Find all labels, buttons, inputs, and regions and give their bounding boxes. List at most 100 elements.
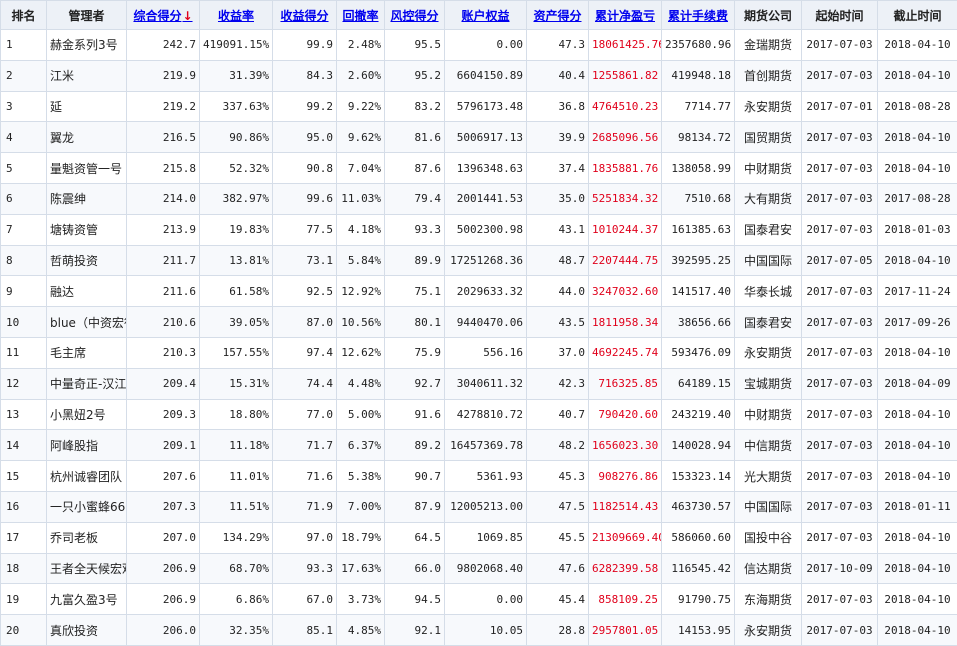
fees-cell: 14153.95 <box>662 615 735 646</box>
risk-score-cell: 91.6 <box>385 399 445 430</box>
return-rate-cell: 134.29% <box>200 522 273 553</box>
risk-score-cell: 92.1 <box>385 615 445 646</box>
end-date-cell: 2018-04-10 <box>878 122 957 153</box>
col-equity-header[interactable]: 账户权益 <box>445 1 527 30</box>
manager-cell: 塘铸资管 <box>47 214 127 245</box>
asset-score-cell: 45.3 <box>527 461 589 492</box>
table-row: 13小黑妞2号209.318.80%77.05.00%91.64278810.7… <box>1 399 957 430</box>
net-profit-cell: 1811958.34 <box>589 307 662 338</box>
risk-score-cell: 89.9 <box>385 245 445 276</box>
asset-score-cell: 37.0 <box>527 337 589 368</box>
equity-cell: 1396348.63 <box>445 153 527 184</box>
return-rate-cell: 337.63% <box>200 91 273 122</box>
col-score-header[interactable]: 综合得分↓ <box>127 1 200 30</box>
asset-score-cell: 47.5 <box>527 491 589 522</box>
drawdown-cell: 7.00% <box>337 491 385 522</box>
score-cell: 219.2 <box>127 91 200 122</box>
company-cell: 中国国际 <box>735 491 802 522</box>
score-cell: 211.6 <box>127 276 200 307</box>
return-rate-cell: 68.70% <box>200 553 273 584</box>
manager-cell: 小黑妞2号 <box>47 399 127 430</box>
return-rate-cell: 13.81% <box>200 245 273 276</box>
end-date-cell: 2018-04-10 <box>878 337 957 368</box>
net-profit-cell: 4764510.23 <box>589 91 662 122</box>
return-score-cell: 87.0 <box>273 307 337 338</box>
risk-score-cell: 87.6 <box>385 153 445 184</box>
col-return-rate-header[interactable]: 收益率 <box>200 1 273 30</box>
rank-cell: 20 <box>1 615 47 646</box>
end-date-cell: 2018-04-10 <box>878 430 957 461</box>
net-profit-cell: 908276.86 <box>589 461 662 492</box>
fees-cell: 98134.72 <box>662 122 735 153</box>
return-score-cell: 97.0 <box>273 522 337 553</box>
col-fees-header[interactable]: 累计手续费 <box>662 1 735 30</box>
end-date-cell: 2018-04-10 <box>878 553 957 584</box>
fees-cell: 161385.63 <box>662 214 735 245</box>
fees-cell: 38656.66 <box>662 307 735 338</box>
fees-cell: 593476.09 <box>662 337 735 368</box>
company-cell: 大有期货 <box>735 183 802 214</box>
manager-cell: 赫金系列3号 <box>47 30 127 61</box>
drawdown-cell: 3.73% <box>337 584 385 615</box>
fees-cell: 7714.77 <box>662 91 735 122</box>
table-row: 11毛主席210.3157.55%97.412.62%75.9556.1637.… <box>1 337 957 368</box>
return-rate-cell: 18.80% <box>200 399 273 430</box>
table-row: 18王者全天候宏观206.968.70%93.317.63%66.0980206… <box>1 553 957 584</box>
end-date-cell: 2018-04-10 <box>878 245 957 276</box>
manager-cell: 真欣投资 <box>47 615 127 646</box>
return-score-cell: 97.4 <box>273 337 337 368</box>
net-profit-cell: 1656023.30 <box>589 430 662 461</box>
manager-cell: 陈震绅 <box>47 183 127 214</box>
fees-cell: 91790.75 <box>662 584 735 615</box>
asset-score-cell: 36.8 <box>527 91 589 122</box>
risk-score-cell: 81.6 <box>385 122 445 153</box>
return-score-cell: 73.1 <box>273 245 337 276</box>
score-cell: 214.0 <box>127 183 200 214</box>
col-drawdown-header[interactable]: 回撤率 <box>337 1 385 30</box>
col-score-label[interactable]: 综合得分 <box>133 9 181 23</box>
start-date-cell: 2017-07-03 <box>802 60 878 91</box>
company-cell: 光大期货 <box>735 461 802 492</box>
fees-cell: 2357680.96 <box>662 30 735 61</box>
score-cell: 211.7 <box>127 245 200 276</box>
col-return-score-header[interactable]: 收益得分 <box>273 1 337 30</box>
return-score-cell: 71.9 <box>273 491 337 522</box>
start-date-cell: 2017-07-03 <box>802 615 878 646</box>
company-cell: 宝城期货 <box>735 368 802 399</box>
end-date-cell: 2018-04-09 <box>878 368 957 399</box>
score-cell: 209.3 <box>127 399 200 430</box>
drawdown-cell: 17.63% <box>337 553 385 584</box>
net-profit-cell: 21309669.40 <box>589 522 662 553</box>
asset-score-cell: 43.5 <box>527 307 589 338</box>
return-rate-cell: 90.86% <box>200 122 273 153</box>
risk-score-cell: 94.5 <box>385 584 445 615</box>
return-score-cell: 99.9 <box>273 30 337 61</box>
score-cell: 242.7 <box>127 30 200 61</box>
manager-cell: 乔司老板 <box>47 522 127 553</box>
equity-cell: 6604150.89 <box>445 60 527 91</box>
net-profit-cell: 790420.60 <box>589 399 662 430</box>
asset-score-cell: 48.7 <box>527 245 589 276</box>
col-net-profit-header[interactable]: 累计净盈亏 <box>589 1 662 30</box>
manager-cell: blue（中资宏德 <box>47 307 127 338</box>
score-cell: 210.6 <box>127 307 200 338</box>
drawdown-cell: 6.37% <box>337 430 385 461</box>
company-cell: 信达期货 <box>735 553 802 584</box>
equity-cell: 17251268.36 <box>445 245 527 276</box>
rank-cell: 1 <box>1 30 47 61</box>
col-risk-score-header[interactable]: 风控得分 <box>385 1 445 30</box>
start-date-cell: 2017-07-03 <box>802 307 878 338</box>
col-asset-score-header[interactable]: 资产得分 <box>527 1 589 30</box>
return-rate-cell: 15.31% <box>200 368 273 399</box>
company-cell: 中信期货 <box>735 430 802 461</box>
end-date-cell: 2018-04-10 <box>878 584 957 615</box>
drawdown-cell: 4.18% <box>337 214 385 245</box>
col-rank-header: 排名 <box>1 1 47 30</box>
col-end-header: 截止时间 <box>878 1 957 30</box>
start-date-cell: 2017-07-03 <box>802 461 878 492</box>
fees-cell: 116545.42 <box>662 553 735 584</box>
score-cell: 209.4 <box>127 368 200 399</box>
equity-cell: 10.05 <box>445 615 527 646</box>
score-cell: 207.0 <box>127 522 200 553</box>
manager-cell: 延 <box>47 91 127 122</box>
